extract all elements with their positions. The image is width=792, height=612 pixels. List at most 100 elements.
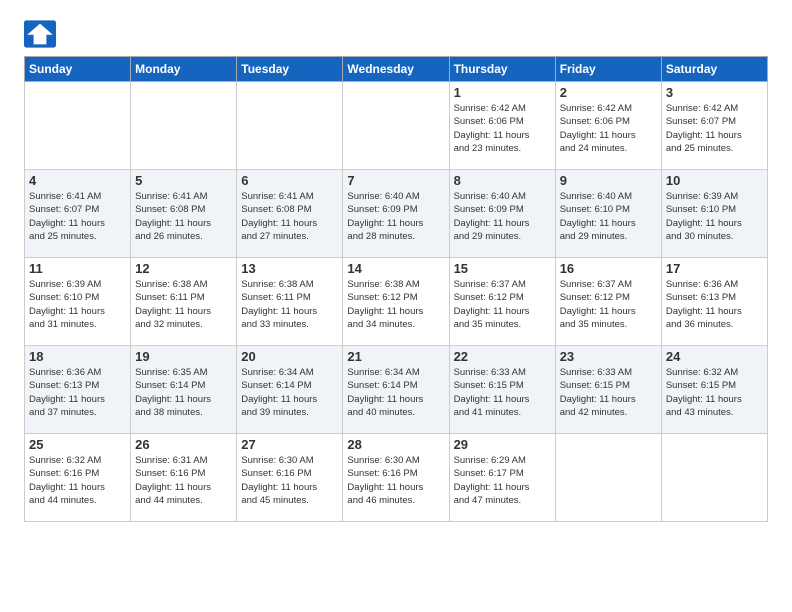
calendar-cell: 23 Sunrise: 6:33 AM Sunset: 6:15 PM Dayli…: [555, 346, 661, 434]
cell-info: Sunrise: 6:35 AM Sunset: 6:14 PM Dayligh…: [135, 366, 232, 419]
day-header-monday: Monday: [131, 57, 237, 82]
cell-info: Sunrise: 6:33 AM Sunset: 6:15 PM Dayligh…: [560, 366, 657, 419]
cell-info: Sunrise: 6:42 AM Sunset: 6:06 PM Dayligh…: [560, 102, 657, 155]
calendar-cell: 26 Sunrise: 6:31 AM Sunset: 6:16 PM Dayli…: [131, 434, 237, 522]
cell-info: Sunrise: 6:34 AM Sunset: 6:14 PM Dayligh…: [347, 366, 444, 419]
day-number: 24: [666, 349, 763, 364]
calendar-cell: 16 Sunrise: 6:37 AM Sunset: 6:12 PM Dayli…: [555, 258, 661, 346]
calendar-week-row: 11 Sunrise: 6:39 AM Sunset: 6:10 PM Dayli…: [25, 258, 768, 346]
calendar-cell: [555, 434, 661, 522]
cell-info: Sunrise: 6:30 AM Sunset: 6:16 PM Dayligh…: [241, 454, 338, 507]
cell-info: Sunrise: 6:42 AM Sunset: 6:07 PM Dayligh…: [666, 102, 763, 155]
calendar-cell: 14 Sunrise: 6:38 AM Sunset: 6:12 PM Dayli…: [343, 258, 449, 346]
cell-info: Sunrise: 6:31 AM Sunset: 6:16 PM Dayligh…: [135, 454, 232, 507]
calendar-cell: 9 Sunrise: 6:40 AM Sunset: 6:10 PM Daylig…: [555, 170, 661, 258]
day-number: 14: [347, 261, 444, 276]
day-number: 7: [347, 173, 444, 188]
day-number: 27: [241, 437, 338, 452]
day-header-saturday: Saturday: [661, 57, 767, 82]
day-number: 3: [666, 85, 763, 100]
calendar-cell: 3 Sunrise: 6:42 AM Sunset: 6:07 PM Daylig…: [661, 82, 767, 170]
calendar-cell: 12Sunrise: 6:38 AM Sunset: 6:11 PM Dayli…: [131, 258, 237, 346]
calendar-cell: 20 Sunrise: 6:34 AM Sunset: 6:14 PM Dayli…: [237, 346, 343, 434]
day-number: 15: [454, 261, 551, 276]
day-number: 23: [560, 349, 657, 364]
day-number: 26: [135, 437, 232, 452]
calendar-week-row: 4Sunrise: 6:41 AM Sunset: 6:07 PM Daylig…: [25, 170, 768, 258]
day-number: 19: [135, 349, 232, 364]
cell-info: Sunrise: 6:41 AM Sunset: 6:08 PM Dayligh…: [135, 190, 232, 243]
cell-info: Sunrise: 6:37 AM Sunset: 6:12 PM Dayligh…: [454, 278, 551, 331]
day-header-wednesday: Wednesday: [343, 57, 449, 82]
generalblue-icon: [24, 20, 56, 48]
day-number: 22: [454, 349, 551, 364]
day-number: 18: [29, 349, 126, 364]
calendar-cell: 28 Sunrise: 6:30 AM Sunset: 6:16 PM Dayli…: [343, 434, 449, 522]
cell-info: Sunrise: 6:38 AM Sunset: 6:12 PM Dayligh…: [347, 278, 444, 331]
logo: [24, 20, 60, 48]
calendar-cell: 7 Sunrise: 6:40 AM Sunset: 6:09 PM Daylig…: [343, 170, 449, 258]
calendar-week-row: 18 Sunrise: 6:36 AM Sunset: 6:13 PM Dayli…: [25, 346, 768, 434]
cell-info: Sunrise: 6:30 AM Sunset: 6:16 PM Dayligh…: [347, 454, 444, 507]
day-number: 28: [347, 437, 444, 452]
calendar-cell: 6 Sunrise: 6:41 AM Sunset: 6:08 PM Daylig…: [237, 170, 343, 258]
day-number: 29: [454, 437, 551, 452]
cell-info: Sunrise: 6:33 AM Sunset: 6:15 PM Dayligh…: [454, 366, 551, 419]
day-number: 10: [666, 173, 763, 188]
calendar-table: SundayMondayTuesdayWednesdayThursdayFrid…: [24, 56, 768, 522]
day-number: 25: [29, 437, 126, 452]
calendar-cell: 19 Sunrise: 6:35 AM Sunset: 6:14 PM Dayli…: [131, 346, 237, 434]
calendar-cell: 21Sunrise: 6:34 AM Sunset: 6:14 PM Dayli…: [343, 346, 449, 434]
cell-info: Sunrise: 6:32 AM Sunset: 6:15 PM Dayligh…: [666, 366, 763, 419]
calendar-cell: [661, 434, 767, 522]
calendar-cell: 11 Sunrise: 6:39 AM Sunset: 6:10 PM Dayli…: [25, 258, 131, 346]
calendar-cell: 8 Sunrise: 6:40 AM Sunset: 6:09 PM Daylig…: [449, 170, 555, 258]
calendar-cell: 27 Sunrise: 6:30 AM Sunset: 6:16 PM Dayli…: [237, 434, 343, 522]
cell-info: Sunrise: 6:41 AM Sunset: 6:07 PM Dayligh…: [29, 190, 126, 243]
calendar-cell: 5 Sunrise: 6:41 AM Sunset: 6:08 PM Daylig…: [131, 170, 237, 258]
day-number: 9: [560, 173, 657, 188]
calendar-cell: 10 Sunrise: 6:39 AM Sunset: 6:10 PM Dayli…: [661, 170, 767, 258]
day-number: 20: [241, 349, 338, 364]
day-number: 11: [29, 261, 126, 276]
day-header-thursday: Thursday: [449, 57, 555, 82]
day-header-sunday: Sunday: [25, 57, 131, 82]
cell-info: Sunrise: 6:36 AM Sunset: 6:13 PM Dayligh…: [666, 278, 763, 331]
cell-info: Sunrise: 6:38 AM Sunset: 6:11 PM Dayligh…: [241, 278, 338, 331]
page-header: [24, 20, 768, 48]
cell-info: Sunrise: 6:39 AM Sunset: 6:10 PM Dayligh…: [29, 278, 126, 331]
cell-info: Sunrise: 6:42 AM Sunset: 6:06 PM Dayligh…: [454, 102, 551, 155]
calendar-cell: 17Sunrise: 6:36 AM Sunset: 6:13 PM Dayli…: [661, 258, 767, 346]
day-number: 5: [135, 173, 232, 188]
calendar-header-row: SundayMondayTuesdayWednesdayThursdayFrid…: [25, 57, 768, 82]
calendar-cell: [343, 82, 449, 170]
calendar-cell: 18 Sunrise: 6:36 AM Sunset: 6:13 PM Dayli…: [25, 346, 131, 434]
cell-info: Sunrise: 6:36 AM Sunset: 6:13 PM Dayligh…: [29, 366, 126, 419]
day-number: 6: [241, 173, 338, 188]
calendar-cell: 1 Sunrise: 6:42 AM Sunset: 6:06 PM Daylig…: [449, 82, 555, 170]
cell-info: Sunrise: 6:40 AM Sunset: 6:09 PM Dayligh…: [347, 190, 444, 243]
day-number: 13: [241, 261, 338, 276]
day-number: 16: [560, 261, 657, 276]
calendar-cell: 2Sunrise: 6:42 AM Sunset: 6:06 PM Daylig…: [555, 82, 661, 170]
cell-info: Sunrise: 6:32 AM Sunset: 6:16 PM Dayligh…: [29, 454, 126, 507]
calendar-week-row: 1 Sunrise: 6:42 AM Sunset: 6:06 PM Daylig…: [25, 82, 768, 170]
day-number: 1: [454, 85, 551, 100]
cell-info: Sunrise: 6:40 AM Sunset: 6:10 PM Dayligh…: [560, 190, 657, 243]
calendar-cell: 22 Sunrise: 6:33 AM Sunset: 6:15 PM Dayli…: [449, 346, 555, 434]
calendar-cell: 13 Sunrise: 6:38 AM Sunset: 6:11 PM Dayli…: [237, 258, 343, 346]
cell-info: Sunrise: 6:37 AM Sunset: 6:12 PM Dayligh…: [560, 278, 657, 331]
day-header-tuesday: Tuesday: [237, 57, 343, 82]
calendar-cell: [25, 82, 131, 170]
day-number: 12: [135, 261, 232, 276]
day-number: 8: [454, 173, 551, 188]
calendar-cell: [131, 82, 237, 170]
calendar-cell: 25 Sunrise: 6:32 AM Sunset: 6:16 PM Dayli…: [25, 434, 131, 522]
cell-info: Sunrise: 6:34 AM Sunset: 6:14 PM Dayligh…: [241, 366, 338, 419]
cell-info: Sunrise: 6:41 AM Sunset: 6:08 PM Dayligh…: [241, 190, 338, 243]
cell-info: Sunrise: 6:40 AM Sunset: 6:09 PM Dayligh…: [454, 190, 551, 243]
calendar-cell: 29Sunrise: 6:29 AM Sunset: 6:17 PM Dayli…: [449, 434, 555, 522]
cell-info: Sunrise: 6:39 AM Sunset: 6:10 PM Dayligh…: [666, 190, 763, 243]
calendar-cell: 15 Sunrise: 6:37 AM Sunset: 6:12 PM Dayli…: [449, 258, 555, 346]
calendar-cell: 4Sunrise: 6:41 AM Sunset: 6:07 PM Daylig…: [25, 170, 131, 258]
